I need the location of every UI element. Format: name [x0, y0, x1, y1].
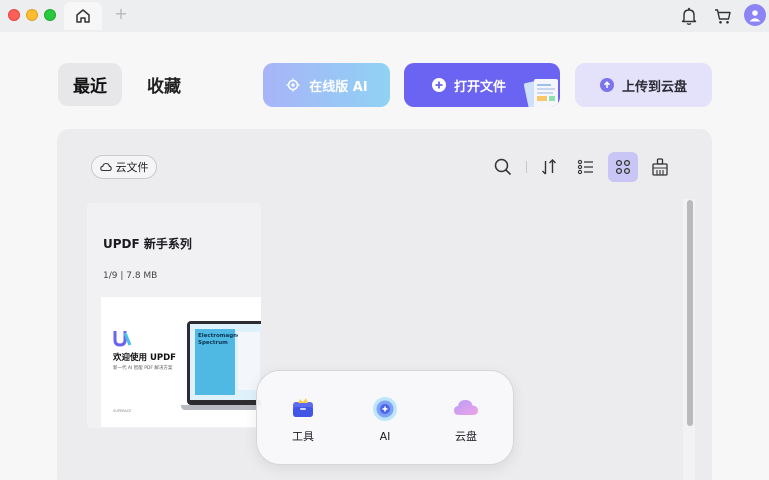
list-view-icon: [577, 159, 593, 175]
shopping-cart-icon[interactable]: [713, 6, 733, 26]
dock-tools-button[interactable]: 工具: [278, 396, 328, 444]
dock-ai-button[interactable]: AI: [360, 396, 410, 443]
new-tab-button[interactable]: +: [113, 6, 129, 22]
minimize-window-button[interactable]: [26, 9, 38, 21]
grid-view-icon: [615, 159, 631, 175]
dock-cloud-button[interactable]: 云盘: [441, 396, 491, 444]
thumbnail-footer: SUPERACE: [113, 409, 132, 413]
user-icon: [749, 10, 761, 22]
home-icon: [76, 9, 90, 23]
upload-arrow-icon: [599, 78, 614, 92]
search-button[interactable]: [488, 152, 518, 182]
thumbnail-heading: 欢迎使用 UPDF: [113, 353, 176, 363]
scrollbar-thumb[interactable]: [687, 200, 693, 426]
sort-icon: [542, 159, 556, 175]
cloud-icon: [99, 162, 112, 172]
dock-tools-label: 工具: [292, 430, 314, 443]
laptop-image: Electromagnetic Spectrum: [181, 321, 261, 413]
upload-to-cloud-button[interactable]: 上传到云盘: [575, 63, 712, 107]
document-stack-icon: [523, 79, 558, 107]
plus-circle-icon: [431, 78, 446, 92]
ai-orb-icon: [373, 397, 397, 421]
ai-online-label: 在线版 AI: [309, 79, 368, 95]
toolbar-divider: [526, 161, 527, 173]
dock-cloud-label: 云盘: [455, 430, 477, 443]
title-bar: +: [0, 0, 769, 32]
cloud-files-filter[interactable]: 云文件: [91, 155, 157, 179]
thumbnail-subtitle: 新一代 AI 智能 PDF 解决方案: [113, 366, 173, 371]
clean-button[interactable]: [645, 152, 675, 182]
file-meta: 1/9 | 7.8 MB: [103, 271, 158, 281]
dock-ai-label: AI: [379, 430, 391, 443]
toolbox-icon: [293, 398, 313, 417]
cloud-drive-icon: [454, 400, 478, 415]
tab-favorites[interactable]: 收藏: [132, 63, 196, 106]
close-window-button[interactable]: [8, 9, 20, 21]
upload-to-cloud-label: 上传到云盘: [621, 79, 687, 95]
file-thumbnail[interactable]: 欢迎使用 UPDF 新一代 AI 智能 PDF 解决方案 SUPERACE El…: [101, 297, 261, 427]
tab-recent[interactable]: 最近: [58, 63, 122, 106]
file-title: UPDF 新手系列: [103, 237, 192, 251]
broom-icon: [652, 158, 668, 176]
updf-logo-icon: [113, 331, 132, 347]
search-icon: [494, 158, 512, 176]
grid-view-button[interactable]: [608, 152, 638, 182]
sort-button[interactable]: [534, 152, 564, 182]
notification-bell-icon[interactable]: [680, 6, 698, 26]
open-file-button[interactable]: 打开文件: [404, 63, 560, 107]
list-view-button[interactable]: [571, 152, 601, 182]
cloud-files-label: 云文件: [115, 161, 149, 174]
user-avatar[interactable]: [744, 4, 766, 26]
zoom-window-button[interactable]: [44, 9, 56, 21]
ai-chip-icon: [286, 78, 300, 92]
home-tab[interactable]: [64, 2, 102, 30]
open-file-label: 打开文件: [453, 79, 506, 95]
ai-online-button[interactable]: 在线版 AI: [263, 63, 390, 107]
